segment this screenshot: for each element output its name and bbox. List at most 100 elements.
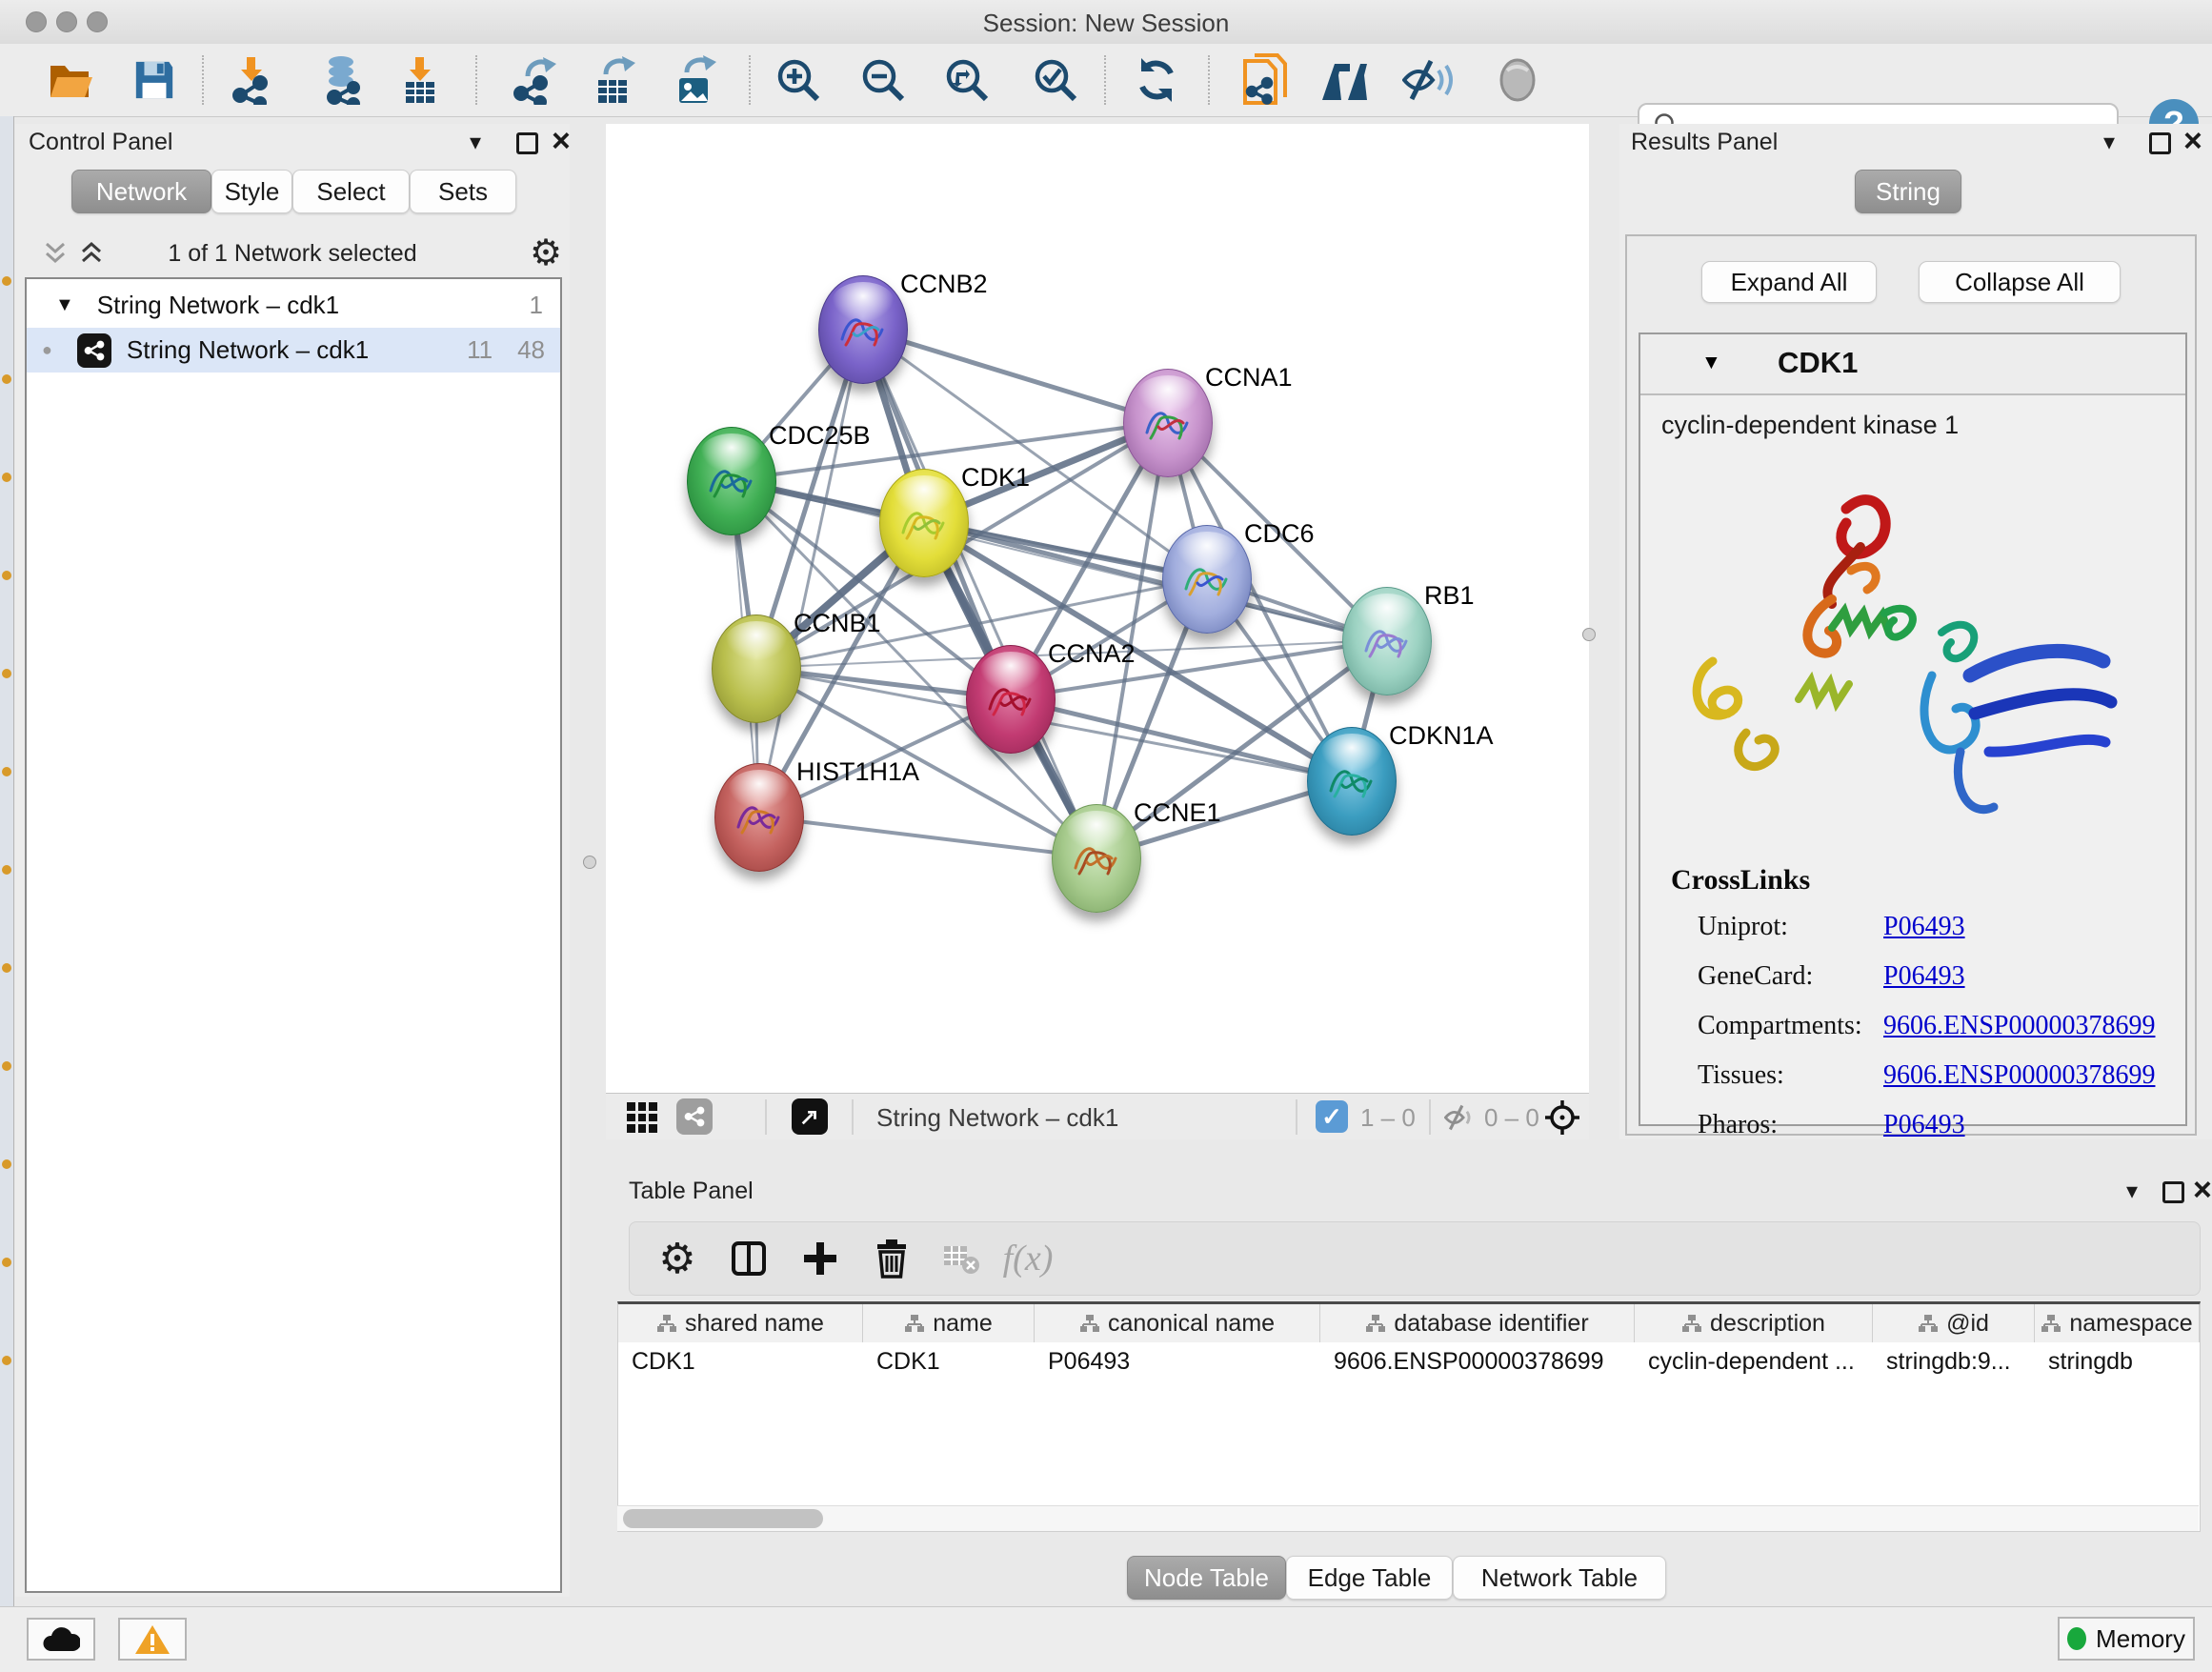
panel-float-icon[interactable] — [2162, 1181, 2184, 1203]
network-canvas[interactable]: CCNB2CCNA1CDC25BCDK1CDC6RB1CCNB1CCNA2CDK… — [606, 124, 1589, 1093]
tab-network-table[interactable]: Network Table — [1453, 1556, 1666, 1600]
save-session-button[interactable] — [128, 53, 181, 107]
import-table-file-button[interactable] — [392, 53, 446, 107]
node-CCNA2[interactable] — [966, 645, 1056, 754]
node-label-CCNB1: CCNB1 — [794, 609, 881, 638]
show-columns-icon[interactable] — [720, 1230, 777, 1287]
table-horizontal-scrollbar[interactable] — [617, 1505, 2199, 1531]
selection-checkbox-icon[interactable]: ✓ — [1316, 1100, 1348, 1133]
scrollbar-thumb[interactable] — [623, 1509, 823, 1528]
column-header-description[interactable]: description — [1635, 1304, 1873, 1342]
panel-float-icon[interactable] — [2149, 132, 2171, 154]
tab-string[interactable]: String — [1855, 170, 1961, 213]
zoom-in-button[interactable] — [772, 53, 825, 107]
column-header-database-identifier[interactable]: database identifier — [1320, 1304, 1635, 1342]
collection-expand-arrow-icon[interactable]: ▼ — [55, 294, 74, 316]
gene-card-header[interactable]: ▼ CDK1 — [1640, 334, 2185, 395]
create-column-plus-icon[interactable] — [792, 1230, 849, 1287]
apply-layout-button[interactable] — [1130, 53, 1183, 107]
splitter-handle[interactable] — [1582, 628, 1596, 641]
column-type-icon — [1365, 1314, 1386, 1333]
crosslink-label: Pharos: — [1698, 1110, 1778, 1139]
column-header-label: name — [933, 1310, 993, 1338]
node-CDKN1A[interactable] — [1307, 727, 1397, 836]
panel-menu-caret-icon[interactable]: ▾ — [470, 131, 481, 154]
table-cell[interactable]: stringdb — [2035, 1342, 2200, 1380]
column-header--id[interactable]: @id — [1873, 1304, 2035, 1342]
node-CCNA1[interactable] — [1123, 369, 1213, 477]
hide-selected-button[interactable] — [1401, 53, 1455, 107]
network-collection-row[interactable]: ▼ String Network – cdk1 1 — [27, 283, 560, 328]
node-CCNB2[interactable] — [818, 275, 908, 384]
table-settings-gear-icon[interactable]: ⚙ — [649, 1230, 706, 1287]
import-network-database-button[interactable] — [318, 53, 372, 107]
node-HIST1H1A[interactable] — [714, 763, 804, 872]
crosslink-link[interactable]: P06493 — [1883, 912, 1965, 942]
panel-close-icon[interactable]: × — [2193, 1174, 2212, 1206]
panel-close-icon[interactable]: × — [2183, 125, 2202, 157]
node-RB1[interactable] — [1342, 587, 1432, 695]
table-cell[interactable]: CDK1 — [618, 1342, 863, 1380]
table-cell[interactable]: cyclin-dependent ... — [1635, 1342, 1873, 1380]
table-cell[interactable]: CDK1 — [863, 1342, 1035, 1380]
panel-menu-caret-icon[interactable]: ▾ — [2103, 131, 2115, 154]
tab-style[interactable]: Style — [211, 170, 292, 213]
detach-view-icon[interactable] — [792, 1098, 828, 1135]
tab-select[interactable]: Select — [292, 170, 410, 213]
crosslink-link[interactable]: 9606.ENSP00000378699 — [1883, 1060, 2155, 1091]
node-CDC25B[interactable] — [687, 427, 776, 535]
delete-column-trash-icon[interactable] — [863, 1230, 920, 1287]
network-options-gear-icon[interactable]: ⚙ — [530, 232, 562, 274]
zoom-fit-button[interactable] — [940, 53, 994, 107]
import-network-file-button[interactable] — [226, 53, 279, 107]
crosslink-link[interactable]: 9606.ENSP00000378699 — [1883, 1011, 2155, 1041]
show-all-button[interactable] — [1491, 53, 1544, 107]
node-label-CCNB2: CCNB2 — [900, 270, 988, 299]
tab-network[interactable]: Network — [71, 170, 211, 213]
open-session-button[interactable] — [43, 53, 96, 107]
export-table-icon — [591, 55, 640, 105]
column-header-canonical-name[interactable]: canonical name — [1035, 1304, 1320, 1342]
first-neighbors-button[interactable] — [1319, 53, 1373, 107]
birdseye-view-icon[interactable] — [676, 1098, 713, 1135]
node-CCNB1[interactable] — [712, 614, 801, 723]
node-CCNE1[interactable] — [1052, 804, 1141, 913]
column-header-namespace[interactable]: namespace — [2035, 1304, 2200, 1342]
column-type-icon — [1681, 1314, 1702, 1333]
tab-sets[interactable]: Sets — [410, 170, 516, 213]
gene-description: cyclin-dependent kinase 1 — [1661, 411, 1959, 440]
crosslink-link[interactable]: P06493 — [1883, 961, 1965, 992]
node-CDC6[interactable] — [1162, 525, 1252, 634]
node-label-CDC6: CDC6 — [1244, 519, 1315, 549]
column-header-shared-name[interactable]: shared name — [618, 1304, 863, 1342]
panel-close-icon[interactable]: × — [552, 125, 571, 157]
crosslink-link[interactable]: P06493 — [1883, 1110, 1965, 1140]
collapse-section-arrow-icon[interactable]: ▼ — [1701, 352, 1721, 374]
panel-menu-caret-icon[interactable]: ▾ — [2126, 1180, 2138, 1203]
expand-all-button[interactable]: Expand All — [1701, 261, 1877, 303]
table-cell[interactable]: stringdb:9... — [1873, 1342, 2035, 1380]
tab-node-table[interactable]: Node Table — [1127, 1556, 1286, 1600]
table-cell[interactable]: 9606.ENSP00000378699 — [1320, 1342, 1635, 1380]
collapse-all-button[interactable]: Collapse All — [1919, 261, 2121, 303]
memory-button[interactable]: Memory — [2058, 1617, 2195, 1661]
grid-view-icon[interactable] — [627, 1102, 657, 1133]
selected-nodes-edges-count: 1 – 0 — [1360, 1103, 1416, 1133]
export-table-button[interactable] — [589, 53, 642, 107]
panel-float-icon[interactable] — [516, 132, 538, 154]
table-cell[interactable]: P06493 — [1035, 1342, 1320, 1380]
splitter-handle[interactable] — [583, 856, 596, 869]
node-CDK1[interactable] — [879, 469, 969, 577]
warnings-button[interactable] — [118, 1618, 187, 1661]
network-row[interactable]: ● String Network – cdk1 11 48 — [27, 328, 560, 373]
zoom-selected-button[interactable] — [1029, 53, 1082, 107]
zoom-out-button[interactable] — [856, 53, 910, 107]
export-network-button[interactable] — [509, 53, 562, 107]
fit-selected-crosshair-icon[interactable] — [1543, 1098, 1581, 1137]
tab-edge-table[interactable]: Edge Table — [1286, 1556, 1453, 1600]
clone-network-button[interactable] — [1237, 53, 1291, 107]
background-dot-icon — [2, 1159, 11, 1169]
column-header-name[interactable]: name — [863, 1304, 1035, 1342]
export-image-button[interactable] — [670, 53, 723, 107]
cloud-status-button[interactable] — [27, 1618, 95, 1661]
